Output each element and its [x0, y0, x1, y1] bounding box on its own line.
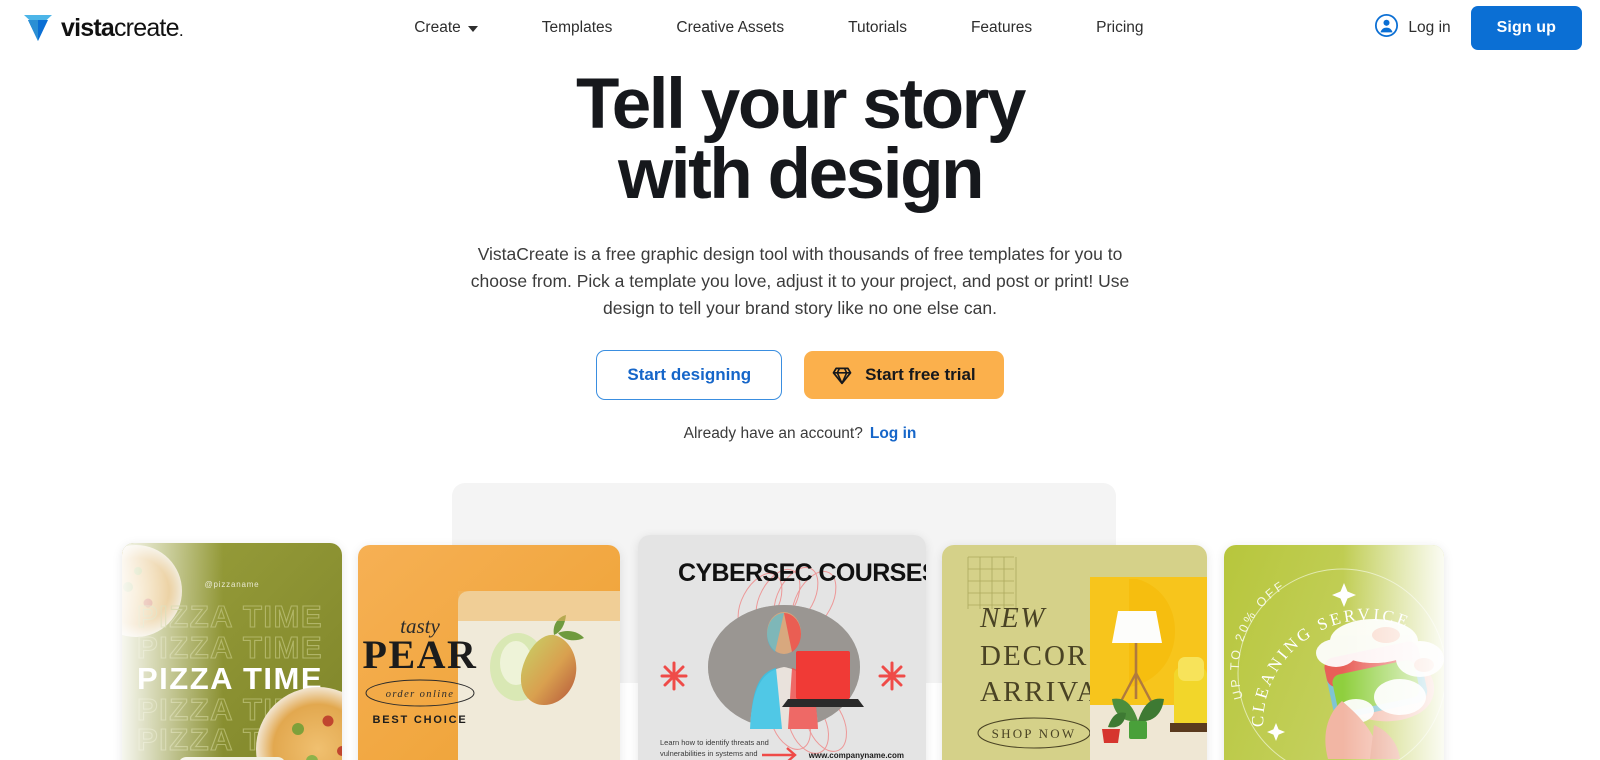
- template-card-cybersec-courses[interactable]: CYBERSEC COURSES Learn how to identify t: [638, 534, 926, 760]
- pear-card-oval: order online: [386, 689, 455, 700]
- login-button[interactable]: Log in: [1374, 13, 1451, 43]
- template-card-row: @pizzaname PIZZA TIME PIZZA TIME PIZZA T…: [0, 477, 1600, 760]
- main-navigation: Create Templates Creative Assets Tutoria…: [382, 19, 1175, 37]
- nav-label-features: Features: [970, 19, 1033, 36]
- user-circle-icon: [1374, 13, 1399, 43]
- decor-card-title-2: DECOR: [980, 640, 1088, 672]
- template-card-new-decor-arrival[interactable]: NEW DECOR ARRIVAL SHOP NOW: [942, 544, 1207, 760]
- hero-cta-row: Start designing Start free trial: [0, 349, 1600, 400]
- svg-text:PIZZA TIME: PIZZA TIME: [137, 661, 323, 696]
- nav-item-creative-assets[interactable]: Creative Assets: [644, 19, 816, 37]
- hero-description: VistaCreate is a free graphic design too…: [470, 243, 1130, 318]
- brand-name: vistacreate.: [61, 13, 183, 43]
- start-free-trial-label: Start free trial: [865, 364, 976, 384]
- cybersec-card-title: CYBERSEC COURSES: [678, 559, 926, 587]
- cybersec-card-body-line2: vulnerabilities in systems and: [660, 749, 758, 758]
- pear-card-title: PEAR: [363, 632, 478, 677]
- nav-label-create: Create: [414, 19, 461, 36]
- brand-logo[interactable]: vistacreate.: [24, 13, 183, 43]
- decor-card-oval: SHOP NOW: [992, 726, 1077, 741]
- diamond-gem-icon: [832, 365, 852, 385]
- login-link[interactable]: Log in: [870, 425, 917, 442]
- site-header: vistacreate. Create Templates Creative A…: [0, 0, 1600, 56]
- nav-item-pricing[interactable]: Pricing: [1064, 19, 1175, 37]
- template-card-cleaning-service[interactable]: UP TO 20% OFF CLEANING SERVICE: [1224, 544, 1444, 760]
- brand-name-light: create: [113, 13, 179, 42]
- page-title: Tell your story with design: [0, 69, 1600, 215]
- login-label: Log in: [1408, 19, 1451, 36]
- pizza-card-handle: @pizzaname: [205, 580, 260, 589]
- signup-button[interactable]: Sign up: [1470, 6, 1582, 50]
- template-showcase: @pizzaname PIZZA TIME PIZZA TIME PIZZA T…: [0, 477, 1600, 760]
- cybersec-card-url: www.companyname.com: [808, 751, 904, 760]
- pear-card-subtitle: BEST CHOICE: [373, 714, 468, 726]
- vistacreate-v-logo-icon: [24, 15, 52, 41]
- nav-label-creative-assets: Creative Assets: [676, 19, 785, 36]
- headline-line-2: with design: [617, 135, 985, 215]
- account-prompt-row: Already have an account? Log in: [0, 425, 1600, 443]
- header-actions: Log in Sign up: [1374, 6, 1582, 50]
- nav-item-tutorials[interactable]: Tutorials: [816, 19, 939, 37]
- start-designing-button[interactable]: Start designing: [596, 349, 783, 400]
- nav-item-create[interactable]: Create: [382, 19, 510, 37]
- svg-text:PIZZA TIME: PIZZA TIME: [137, 630, 323, 665]
- hero-section: Tell your story with design VistaCreate …: [0, 56, 1600, 443]
- headline-line-1: Tell your story: [576, 65, 1026, 144]
- svg-text:PIZZA TIME: PIZZA TIME: [137, 599, 323, 634]
- chevron-down-icon: [467, 26, 478, 32]
- nav-label-pricing: Pricing: [1096, 19, 1144, 36]
- account-prompt-text: Already have an account?: [683, 424, 863, 442]
- nav-item-templates[interactable]: Templates: [510, 19, 645, 37]
- cybersec-card-body-line1: Learn how to identify threats and: [660, 738, 769, 747]
- start-free-trial-button[interactable]: Start free trial: [804, 350, 1004, 399]
- brand-dot: .: [179, 24, 183, 39]
- decor-card-title-1: NEW: [979, 602, 1047, 634]
- nav-item-features[interactable]: Features: [939, 19, 1064, 37]
- template-card-pizza-time[interactable]: @pizzaname PIZZA TIME PIZZA TIME PIZZA T…: [122, 542, 342, 760]
- template-card-tasty-pear[interactable]: tasty PEAR order online BEST CHOICE: [358, 544, 620, 760]
- brand-name-bold: vista: [61, 13, 115, 42]
- nav-label-templates: Templates: [541, 19, 613, 36]
- nav-label-tutorials: Tutorials: [848, 19, 907, 36]
